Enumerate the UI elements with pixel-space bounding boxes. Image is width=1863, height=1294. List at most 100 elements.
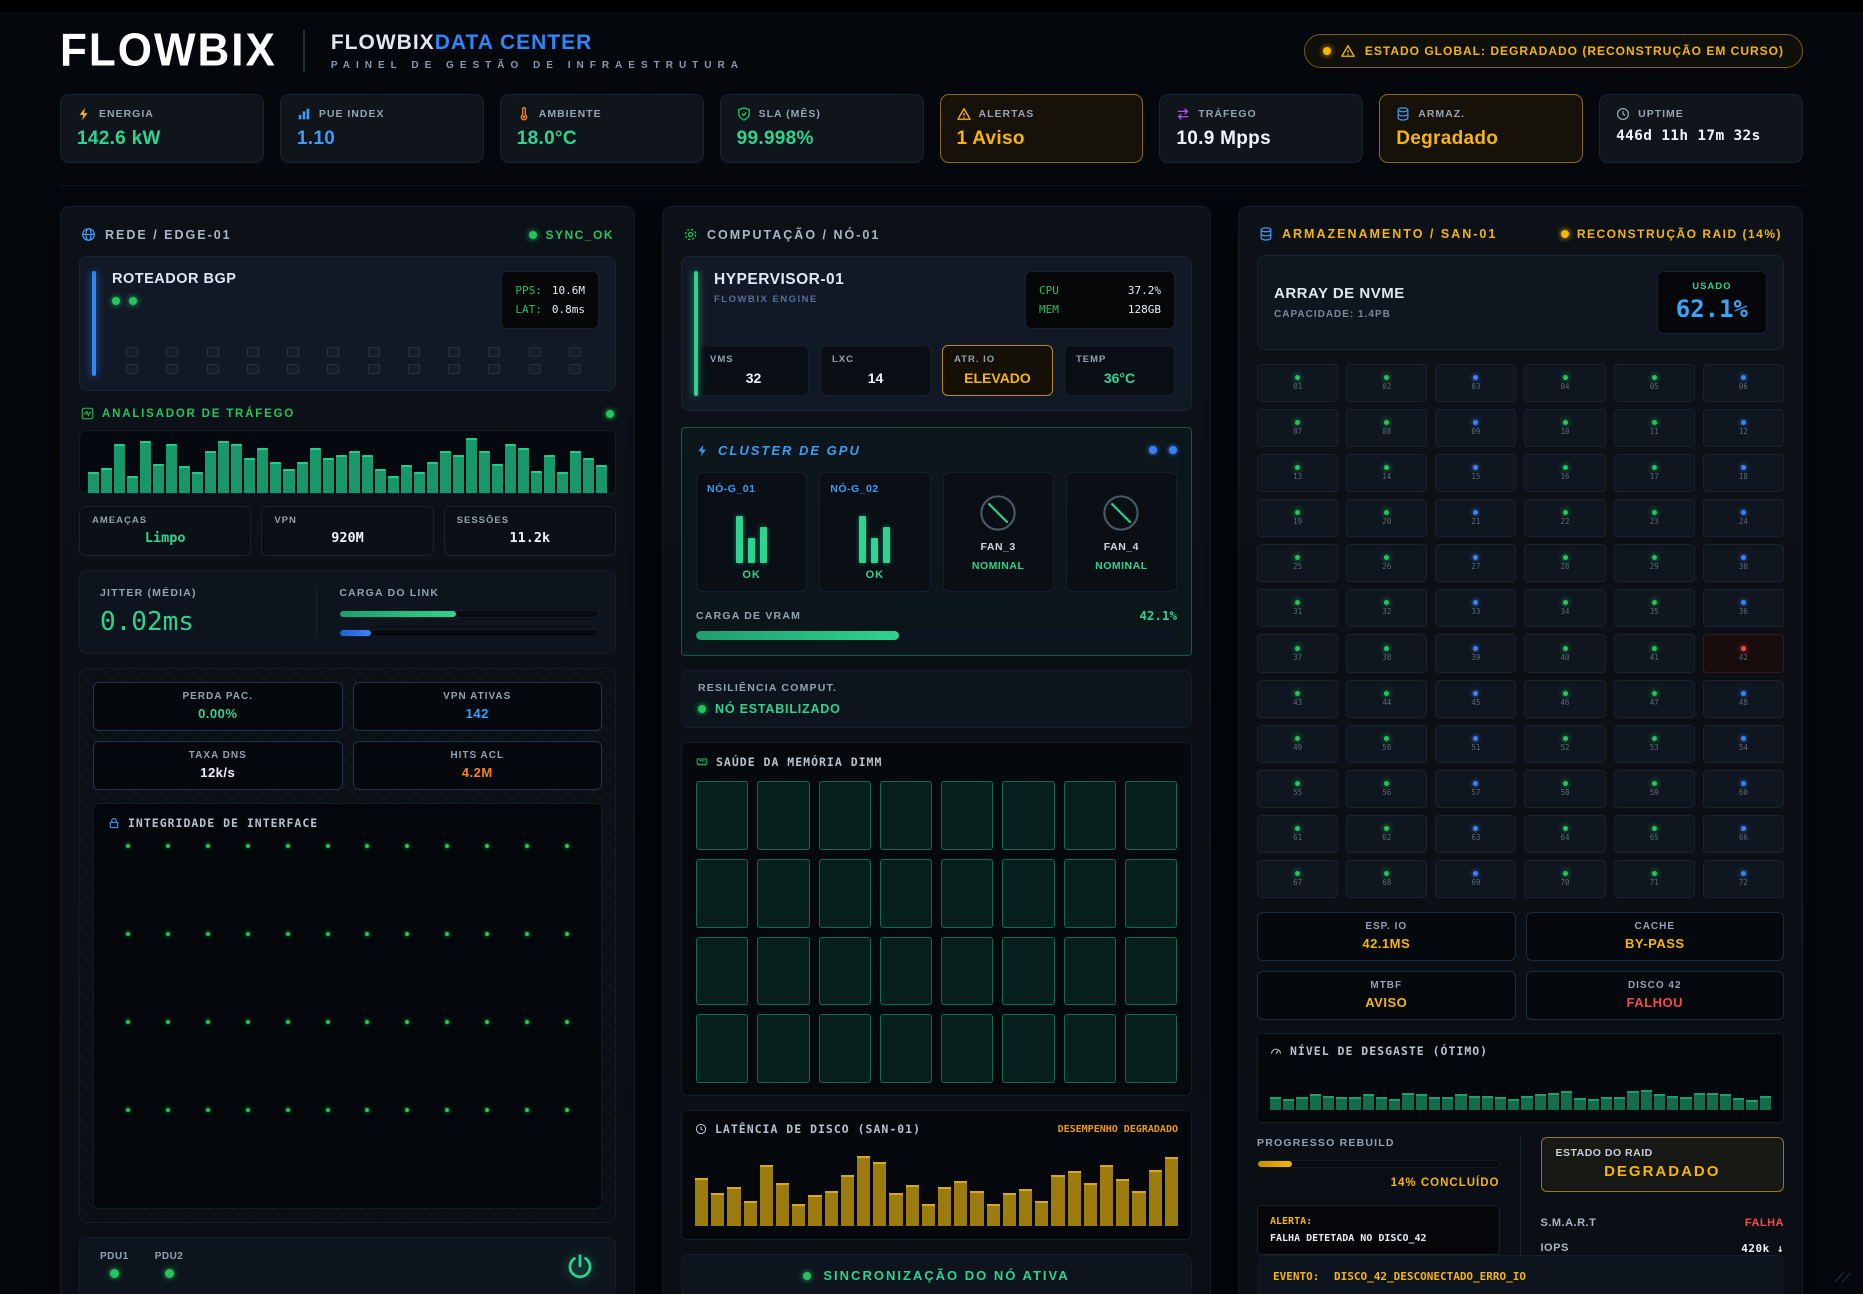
disk-cell-27[interactable]: 27 bbox=[1435, 544, 1516, 582]
disk-cell-72[interactable]: 72 bbox=[1703, 860, 1784, 898]
disk-cell-31[interactable]: 31 bbox=[1257, 589, 1338, 627]
disk-cell-62[interactable]: 62 bbox=[1346, 815, 1427, 853]
disk-cell-20[interactable]: 20 bbox=[1346, 499, 1427, 537]
disk-cell-33[interactable]: 33 bbox=[1435, 589, 1516, 627]
disk-cell-30[interactable]: 30 bbox=[1703, 544, 1784, 582]
wear-bar bbox=[1455, 1094, 1466, 1111]
power-button[interactable] bbox=[565, 1252, 595, 1282]
disk-cell-15[interactable]: 15 bbox=[1435, 454, 1516, 492]
disk-cell-48[interactable]: 48 bbox=[1703, 680, 1784, 718]
disk-cell-56[interactable]: 56 bbox=[1346, 770, 1427, 808]
disk-cell-67[interactable]: 67 bbox=[1257, 860, 1338, 898]
disk-cell-21[interactable]: 21 bbox=[1435, 499, 1516, 537]
disk-cell-34[interactable]: 34 bbox=[1524, 589, 1605, 627]
gpu-node-card-n-g-02[interactable]: NÓ-G_02OK bbox=[819, 472, 930, 592]
disk-cell-39[interactable]: 39 bbox=[1435, 634, 1516, 672]
disk-cell-44[interactable]: 44 bbox=[1346, 680, 1427, 718]
disk-cell-49[interactable]: 49 bbox=[1257, 725, 1338, 763]
disk-cell-3[interactable]: 03 bbox=[1435, 364, 1516, 402]
disk-cell-61[interactable]: 61 bbox=[1257, 815, 1338, 853]
disk-cell-17[interactable]: 17 bbox=[1614, 454, 1695, 492]
cpu-value: 37.2% bbox=[1128, 284, 1161, 297]
disk-cell-13[interactable]: 13 bbox=[1257, 454, 1338, 492]
disk-cell-40[interactable]: 40 bbox=[1524, 634, 1605, 672]
disk-cell-12[interactable]: 12 bbox=[1703, 409, 1784, 447]
disk-cell-59[interactable]: 59 bbox=[1614, 770, 1695, 808]
chart-icon bbox=[297, 107, 311, 121]
disk-cell-1[interactable]: 01 bbox=[1257, 364, 1338, 402]
disk-cell-8[interactable]: 08 bbox=[1346, 409, 1427, 447]
disk-cell-50[interactable]: 50 bbox=[1346, 725, 1427, 763]
disk-cell-65[interactable]: 65 bbox=[1614, 815, 1695, 853]
gpu-node-card-n-g-01[interactable]: NÓ-G_01OK bbox=[696, 472, 807, 592]
disk-cell-45[interactable]: 45 bbox=[1435, 680, 1516, 718]
disk-cell-29[interactable]: 29 bbox=[1614, 544, 1695, 582]
disk-cell-37[interactable]: 37 bbox=[1257, 634, 1338, 672]
kpi-ambiente[interactable]: AMBIENTE18.0°C bbox=[500, 94, 704, 163]
disk-cell-42[interactable]: 42 bbox=[1703, 634, 1784, 672]
disk-cell-18[interactable]: 18 bbox=[1703, 454, 1784, 492]
kpi-trafego[interactable]: TRÁFEGO10.9 Mpps bbox=[1159, 94, 1363, 163]
disk-cell-47[interactable]: 47 bbox=[1614, 680, 1695, 718]
kpi-sla[interactable]: SLA (MÊS)99.998% bbox=[720, 94, 924, 163]
disk-cell-38[interactable]: 38 bbox=[1346, 634, 1427, 672]
disk-cell-69[interactable]: 69 bbox=[1435, 860, 1516, 898]
fan-card-fan_3[interactable]: FAN_3NOMINAL bbox=[943, 472, 1054, 592]
stat-value: 36°C bbox=[1076, 370, 1163, 386]
disk-cell-26[interactable]: 26 bbox=[1346, 544, 1427, 582]
disk-cell-53[interactable]: 53 bbox=[1614, 725, 1695, 763]
global-status-badge[interactable]: ESTADO GLOBAL: DEGRADADO (RECONSTRUÇÃO E… bbox=[1304, 34, 1803, 68]
disk-cell-23[interactable]: 23 bbox=[1614, 499, 1695, 537]
traffic-bar bbox=[179, 466, 190, 493]
disk-cell-10[interactable]: 10 bbox=[1524, 409, 1605, 447]
disk-cell-66[interactable]: 66 bbox=[1703, 815, 1784, 853]
disk-cell-43[interactable]: 43 bbox=[1257, 680, 1338, 718]
disk-cell-41[interactable]: 41 bbox=[1614, 634, 1695, 672]
disk-status-dot bbox=[1652, 826, 1657, 831]
disk-cell-68[interactable]: 68 bbox=[1346, 860, 1427, 898]
disk-status-dot bbox=[1295, 555, 1300, 560]
disk-cell-2[interactable]: 02 bbox=[1346, 364, 1427, 402]
dimm-title-text: SAÚDE DA MEMÓRIA DIMM bbox=[716, 755, 882, 769]
link-fill-green bbox=[340, 611, 456, 617]
disk-cell-11[interactable]: 11 bbox=[1614, 409, 1695, 447]
disk-cell-57[interactable]: 57 bbox=[1435, 770, 1516, 808]
gpu-card-grid: NÓ-G_01OKNÓ-G_02OKFAN_3NOMINALFAN_4NOMIN… bbox=[696, 472, 1177, 592]
disk-cell-19[interactable]: 19 bbox=[1257, 499, 1338, 537]
kpi-armaz[interactable]: ARMAZ.Degradado bbox=[1379, 94, 1583, 163]
disk-cell-58[interactable]: 58 bbox=[1524, 770, 1605, 808]
disk-cell-63[interactable]: 63 bbox=[1435, 815, 1516, 853]
disk-cell-16[interactable]: 16 bbox=[1524, 454, 1605, 492]
disk-cell-71[interactable]: 71 bbox=[1614, 860, 1695, 898]
disk-cell-64[interactable]: 64 bbox=[1524, 815, 1605, 853]
disk-cell-36[interactable]: 36 bbox=[1703, 589, 1784, 627]
disk-cell-14[interactable]: 14 bbox=[1346, 454, 1427, 492]
disk-cell-51[interactable]: 51 bbox=[1435, 725, 1516, 763]
disk-cell-60[interactable]: 60 bbox=[1703, 770, 1784, 808]
disk-cell-24[interactable]: 24 bbox=[1703, 499, 1784, 537]
disk-cell-22[interactable]: 22 bbox=[1524, 499, 1605, 537]
disk-status-dot bbox=[1295, 600, 1300, 605]
disk-cell-55[interactable]: 55 bbox=[1257, 770, 1338, 808]
resize-handle[interactable]: ⟋⟋ bbox=[1835, 1270, 1849, 1286]
kpi-alertas[interactable]: ALERTAS1 Aviso bbox=[940, 94, 1144, 163]
disk-cell-54[interactable]: 54 bbox=[1703, 725, 1784, 763]
disk-cell-70[interactable]: 70 bbox=[1524, 860, 1605, 898]
disk-cell-4[interactable]: 04 bbox=[1524, 364, 1605, 402]
disk-cell-32[interactable]: 32 bbox=[1346, 589, 1427, 627]
disk-cell-7[interactable]: 07 bbox=[1257, 409, 1338, 447]
disk-cell-9[interactable]: 09 bbox=[1435, 409, 1516, 447]
disk-cell-28[interactable]: 28 bbox=[1524, 544, 1605, 582]
latency-bar bbox=[1003, 1193, 1016, 1226]
fan-card-fan_4[interactable]: FAN_4NOMINAL bbox=[1066, 472, 1177, 592]
disk-cell-46[interactable]: 46 bbox=[1524, 680, 1605, 718]
kpi-pue[interactable]: PUE INDEX1.10 bbox=[280, 94, 484, 163]
kpi-energia[interactable]: ENERGIA142.6 kW bbox=[60, 94, 264, 163]
disk-cell-35[interactable]: 35 bbox=[1614, 589, 1695, 627]
disk-cell-6[interactable]: 06 bbox=[1703, 364, 1784, 402]
disk-cell-5[interactable]: 05 bbox=[1614, 364, 1695, 402]
disk-cell-52[interactable]: 52 bbox=[1524, 725, 1605, 763]
pdu-pdu2: PDU2 bbox=[155, 1251, 184, 1283]
kpi-uptime[interactable]: UPTIME446d 11h 17m 32s bbox=[1599, 94, 1803, 163]
disk-cell-25[interactable]: 25 bbox=[1257, 544, 1338, 582]
